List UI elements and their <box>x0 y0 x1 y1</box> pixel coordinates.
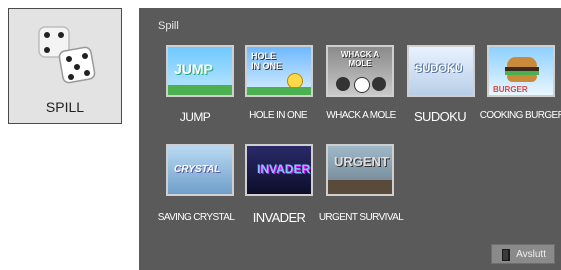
game-label-hole-in-one: HOLE IN ONE <box>249 110 307 121</box>
exit-button-label: Avslutt <box>516 248 546 260</box>
game-thumbnail: CRYSTAL <box>166 144 234 196</box>
thumb-text: BURGER <box>493 85 528 94</box>
thumb-text: JUMP <box>174 61 213 77</box>
thumb-text: SUDOKU <box>415 63 463 75</box>
game-thumbnail: HOLE IN ONE <box>245 45 313 97</box>
game-thumbnail: INVADER <box>245 144 313 196</box>
thumb-text: HOLE IN ONE <box>251 51 283 71</box>
game-label-cooking-burger: COOKING BURGER <box>479 110 561 121</box>
game-label-urgent-survival: URGENT SURVIVAL <box>318 212 404 223</box>
door-exit-icon <box>502 249 510 261</box>
game-label-whack-a-mole: WHACK A MOLE <box>326 110 396 121</box>
game-thumbnail: WHACK A MOLE <box>326 45 394 97</box>
game-thumbnail: BURGER <box>487 45 555 97</box>
games-panel: Spill JUMP JUMP HOLE IN ONE HOLE IN ONE … <box>139 8 561 270</box>
thumb-text: CRYSTAL <box>174 164 221 175</box>
game-label-saving-crystal: SAVING CRYSTAL <box>157 212 235 223</box>
app-tile-spill[interactable]: SPILL <box>8 8 122 124</box>
panel-title: Spill <box>158 20 179 32</box>
dice-icon <box>38 26 96 84</box>
game-label-jump: JUMP <box>179 110 211 124</box>
game-label-sudoku: SUDOKU <box>413 109 467 124</box>
game-thumbnail: SUDOKU <box>407 45 475 97</box>
exit-button[interactable]: Avslutt <box>491 244 555 264</box>
thumb-text: WHACK A MOLE <box>340 50 380 68</box>
game-thumbnail: URGENT <box>326 144 394 196</box>
game-label-invader: INVADER <box>252 210 306 225</box>
thumb-text: URGENT <box>334 154 389 169</box>
thumb-text: INVADER <box>257 162 311 176</box>
game-thumbnail: JUMP <box>166 45 234 97</box>
app-tile-label: SPILL <box>45 99 85 115</box>
